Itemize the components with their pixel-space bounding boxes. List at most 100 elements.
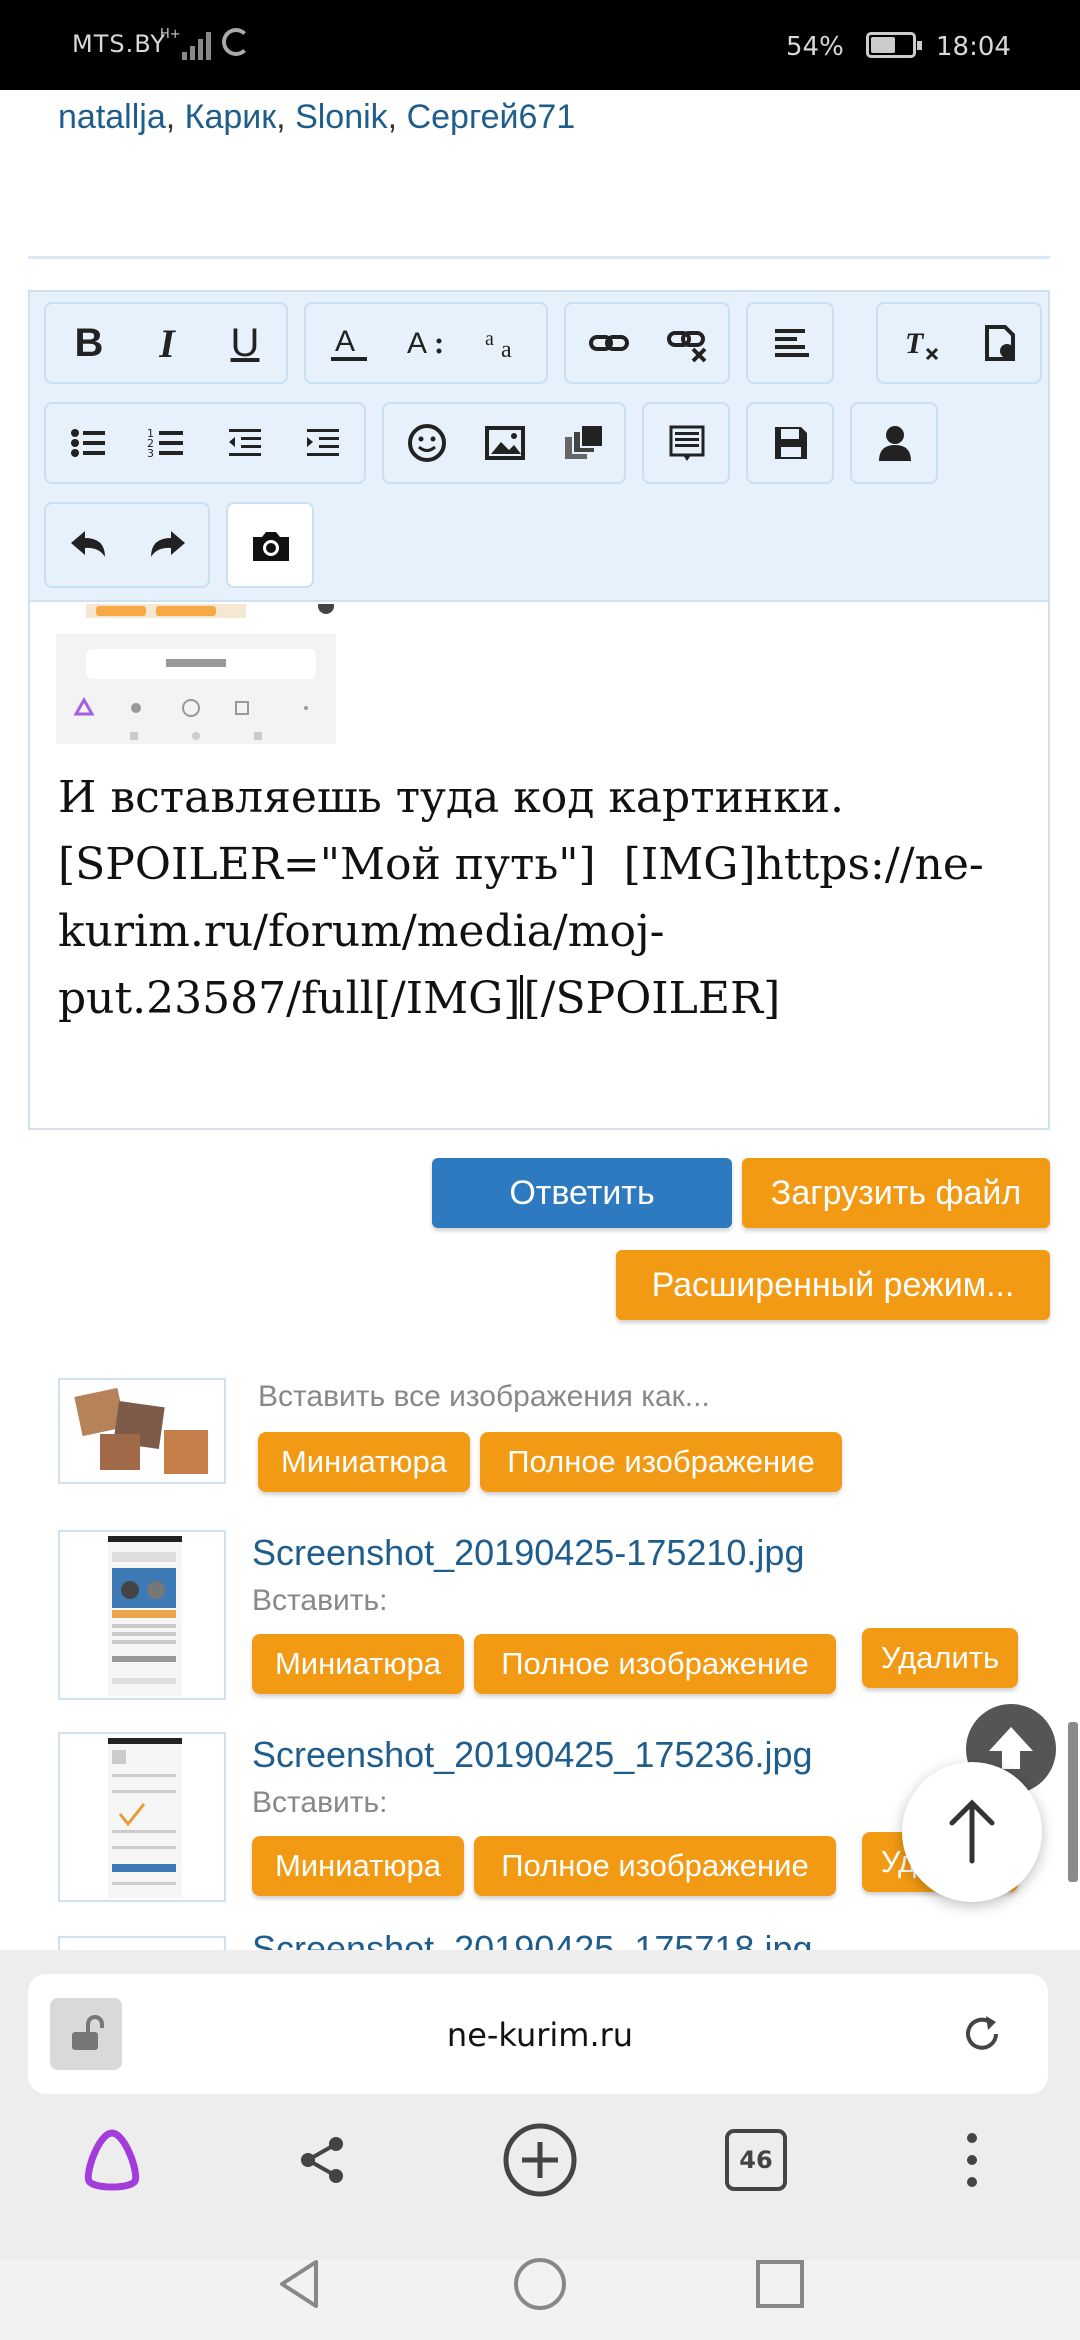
text-line: kurim.ru/forum/media/moj-	[58, 906, 665, 957]
user-group	[850, 402, 938, 484]
history-group	[44, 502, 210, 588]
battery-percent: 54%	[786, 32, 844, 62]
clear-format-button[interactable]: T	[886, 308, 956, 378]
attachment-filename-link[interactable]: Screenshot_20190425-175210.jpg	[252, 1532, 804, 1574]
alice-assistant-button[interactable]	[72, 2120, 152, 2200]
alice-icon	[84, 2129, 140, 2191]
attachment-thumbnail	[58, 1732, 226, 1902]
underline-button[interactable]: U	[210, 308, 280, 378]
smilies-button[interactable]	[392, 408, 462, 478]
text-line: И вставляешь туда код картинки.	[58, 772, 845, 823]
quote-button[interactable]	[652, 408, 722, 478]
sync-icon	[222, 28, 250, 56]
upload-file-button[interactable]: Загрузить файл	[742, 1158, 1050, 1228]
tabs-button[interactable]: 46	[716, 2120, 796, 2200]
reply-button[interactable]: Ответить	[432, 1158, 732, 1228]
remove-link-button[interactable]	[652, 308, 722, 378]
numbered-list-icon: 123	[147, 427, 183, 460]
insert-full-image-button[interactable]: Полное изображение	[474, 1836, 836, 1896]
font-color-button[interactable]: A	[314, 308, 384, 378]
home-icon[interactable]	[510, 2254, 570, 2314]
align-group	[746, 302, 834, 384]
insert-link-button[interactable]	[574, 308, 644, 378]
participants-list: natallja, Карик, Slonik, Сергей671	[58, 98, 576, 136]
divider	[28, 256, 1050, 259]
insert-label: Вставить:	[252, 1584, 388, 1617]
bold-button[interactable]: B	[54, 308, 124, 378]
user-icon	[879, 426, 911, 461]
embedded-screenshot-image	[56, 604, 336, 744]
reply-editor: B I U A A aa T 1 2 3 И вставляешь туда к…	[28, 290, 1050, 1130]
font-size-button[interactable]: A	[392, 308, 462, 378]
reload-icon[interactable]	[958, 2010, 1006, 2058]
status-bar: MTS.BY H+ 54% 18:04	[0, 0, 1080, 90]
back-icon[interactable]	[270, 2254, 330, 2314]
align-button[interactable]	[756, 308, 826, 378]
battery-icon	[866, 32, 922, 58]
list-group: 123	[44, 402, 366, 484]
page-scrollbar[interactable]	[1068, 1722, 1078, 1882]
undo-button[interactable]	[54, 510, 124, 580]
svg-text:H+: H+	[160, 27, 181, 42]
image-icon	[485, 426, 525, 460]
font-group: A A aa	[304, 302, 548, 384]
plus-circle-icon	[503, 2123, 577, 2197]
advanced-mode-button[interactable]: Расширенный режим...	[616, 1250, 1050, 1320]
new-tab-button[interactable]	[500, 2120, 580, 2200]
menu-button[interactable]	[932, 2120, 1012, 2200]
clock: 18:04	[936, 32, 1011, 62]
numbered-list-button[interactable]: 123	[132, 408, 202, 478]
text-before-caret: put.23587/full[/IMG]	[58, 973, 521, 1024]
editor-content[interactable]: И вставляешь туда код картинки. [SPOILER…	[30, 604, 1048, 1128]
italic-button[interactable]: I	[132, 308, 202, 378]
user-link[interactable]: natallja	[58, 98, 166, 136]
insert-thumbnail-button[interactable]: Миниатюра	[252, 1634, 464, 1694]
camera-button[interactable]	[236, 510, 306, 580]
undo-icon	[71, 531, 105, 557]
insert-thumbnail-button[interactable]: Миниатюра	[252, 1836, 464, 1896]
arrow-up-icon	[949, 1799, 995, 1864]
mention-user-button[interactable]	[860, 408, 930, 478]
url-text[interactable]: ne-kurim.ru	[0, 2016, 1080, 2054]
user-link[interactable]: Карик	[185, 98, 277, 136]
insert-image-button[interactable]	[470, 408, 540, 478]
svg-text:3: 3	[147, 447, 154, 460]
font-family-button[interactable]: aa	[470, 308, 540, 378]
indent-icon	[307, 429, 339, 456]
text-style-group: B I U	[44, 302, 288, 384]
font-family-icon: aa	[485, 328, 512, 363]
svg-text:A: A	[407, 327, 427, 360]
quote-group	[642, 402, 730, 484]
insert-all-thumbnail-button[interactable]: Миниатюра	[258, 1432, 470, 1492]
bullet-list-button[interactable]	[54, 408, 124, 478]
media-icon	[565, 424, 604, 459]
insert-full-image-button[interactable]: Полное изображение	[474, 1634, 836, 1694]
link-icon	[589, 335, 629, 351]
text-line: [SPOILER="Мой путь"] [IMG]https://ne-	[58, 839, 984, 890]
all-images-thumbnail	[58, 1378, 226, 1484]
insert-all-full-button[interactable]: Полное изображение	[480, 1432, 842, 1492]
attachment-filename-link[interactable]: Screenshot_20190425_175236.jpg	[252, 1734, 813, 1776]
save-draft-button[interactable]	[756, 408, 826, 478]
font-color-icon: A	[331, 325, 367, 361]
floppy-disk-icon	[775, 427, 807, 459]
svg-text:T: T	[905, 327, 925, 360]
user-link[interactable]: Сергей671	[407, 98, 576, 136]
delete-attachment-button[interactable]: Удалить	[862, 1628, 1018, 1688]
svg-text:a: a	[485, 328, 494, 350]
scroll-to-top-button[interactable]	[902, 1762, 1042, 1902]
more-vertical-icon	[967, 2133, 977, 2187]
share-button[interactable]	[282, 2120, 362, 2200]
outdent-button[interactable]	[210, 408, 280, 478]
user-link[interactable]: Slonik	[295, 98, 388, 136]
indent-button[interactable]	[288, 408, 358, 478]
code-button[interactable]	[964, 308, 1034, 378]
quote-icon	[669, 425, 705, 461]
recents-icon[interactable]	[750, 2254, 810, 2314]
redo-button[interactable]	[132, 510, 202, 580]
code-icon	[985, 325, 1015, 361]
screenshot-preview-image	[108, 1536, 182, 1696]
signal-icon: H+	[160, 27, 211, 60]
insert-media-button[interactable]	[548, 408, 618, 478]
bullet-list-icon	[71, 429, 105, 457]
